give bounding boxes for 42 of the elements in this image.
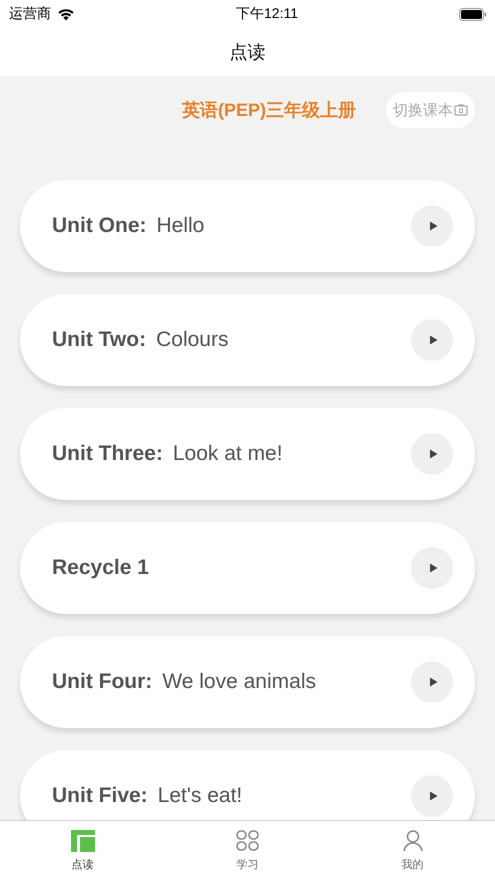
battery-icon (459, 8, 487, 20)
tab-item[interactable]: 学习 (208, 821, 288, 881)
unit-card[interactable]: Recycle 1 (20, 522, 475, 614)
unit-topic: Hello (156, 214, 204, 238)
play-icon (429, 677, 438, 687)
play-button[interactable] (411, 547, 453, 589)
unit-topic: Look at me! (172, 442, 283, 466)
four-circles-icon (236, 830, 260, 852)
unit-card[interactable]: Unit Five: Let's eat! (20, 750, 475, 820)
play-icon (429, 221, 438, 231)
unit-card[interactable]: Unit One: Hello (20, 180, 475, 272)
play-button[interactable] (411, 319, 453, 361)
tab-item[interactable]: 我的 (372, 821, 452, 881)
unit-name: Unit One: (52, 214, 146, 238)
unit-topic: Colours (156, 328, 228, 352)
unit-card[interactable]: Unit Four: We love animals (20, 636, 475, 728)
play-icon (429, 449, 438, 459)
unit-name: Unit Four: (52, 670, 152, 694)
unit-topic: Let's eat! (158, 784, 242, 808)
play-icon (429, 563, 438, 573)
unit-card[interactable]: Unit Two: Colours (20, 294, 475, 386)
play-button[interactable] (411, 661, 453, 703)
play-icon (429, 791, 438, 801)
unit-card[interactable]: Unit Three: Look at me! (20, 408, 475, 500)
carrier-name: 运营商 (9, 5, 51, 23)
tab-item[interactable]: 点读 (42, 821, 122, 881)
unit-name: Unit Two: (52, 328, 146, 352)
page-title: 点读 (230, 41, 266, 64)
book-title: 英语(PEP)三年级上册 (182, 99, 356, 122)
play-button[interactable] (411, 433, 453, 475)
play-button[interactable] (411, 775, 453, 817)
unit-name: Unit Three: (52, 442, 163, 466)
wifi-icon (57, 8, 75, 20)
unit-name: Unit Five: (52, 784, 148, 808)
book-swap-icon (454, 104, 468, 116)
person-icon (402, 830, 424, 852)
play-button[interactable] (411, 205, 453, 247)
book-panel-icon (70, 830, 94, 852)
play-icon (429, 335, 438, 345)
unit-name: Recycle 1 (52, 556, 149, 580)
clock-time: 下午12:11 (236, 5, 298, 23)
unit-topic: We love animals (162, 670, 316, 694)
